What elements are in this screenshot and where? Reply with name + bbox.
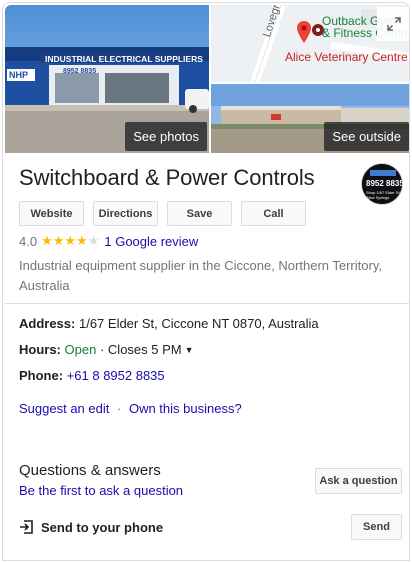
send-button[interactable]: Send — [351, 514, 402, 540]
suggest-edit-link[interactable]: Suggest an edit — [19, 401, 109, 416]
store-phone-text: 8952 8835 — [63, 68, 97, 75]
call-button[interactable]: Call — [241, 201, 306, 226]
store-brand-text: NHP — [9, 70, 29, 80]
star-empty-icon: ★ — [87, 233, 100, 248]
store-sign-text: INDUSTRIAL ELECTRICAL SUPPLIERS — [45, 54, 203, 64]
first-to-ask-link[interactable]: Be the first to ask a question — [19, 483, 183, 498]
star-rating: ★★★★★ — [41, 233, 99, 249]
rating-row: 4.0 ★★★★★ 1 Google review — [19, 233, 198, 249]
hours-open-status: Open — [64, 342, 97, 357]
qa-title: Questions & answers — [19, 462, 161, 479]
ask-question-button[interactable]: Ask a question — [315, 468, 402, 494]
see-photos-button[interactable]: See photos — [125, 122, 207, 151]
address-value[interactable]: 1/67 Elder St, Ciccone NT 0870, Australi… — [79, 316, 319, 331]
business-logo[interactable]: 8952 8835 Shop 1/67 Elder St Alice Sprin… — [361, 163, 403, 205]
star-icon: ★ — [76, 233, 88, 248]
own-business-link[interactable]: Own this business? — [129, 401, 242, 416]
address-row: Address: 1/67 Elder St, Ciccone NT 0870,… — [19, 316, 319, 331]
phone-label: Phone: — [19, 368, 64, 383]
save-button[interactable]: Save — [167, 201, 232, 226]
expand-icon — [387, 17, 401, 31]
map-thumbnail[interactable]: Lovegrove Dr Outback Gym & Fitness Centr… — [211, 5, 409, 82]
phone-link[interactable]: +61 8 8952 8835 — [67, 368, 165, 383]
business-name: Switchboard & Power Controls — [19, 165, 315, 190]
send-to-phone-row: Send to your phone — [19, 519, 163, 535]
send-to-phone-label: Send to your phone — [41, 519, 164, 535]
divider — [5, 303, 409, 304]
hours-label: Hours: — [19, 342, 61, 357]
send-to-phone-icon — [19, 519, 35, 535]
reviews-link[interactable]: 1 Google review — [104, 234, 198, 249]
map-pin-icon — [297, 21, 311, 43]
hours-close-time[interactable]: Closes 5 PM — [108, 342, 182, 357]
logo-address-text: Shop 1/67 Elder St Alice Springs — [366, 190, 400, 200]
expand-map-button[interactable] — [377, 7, 409, 41]
business-category: Industrial equipment supplier in the Cic… — [19, 258, 382, 293]
rating-value: 4.0 — [19, 233, 38, 249]
star-icon: ★ — [41, 233, 53, 248]
storefront-photo[interactable]: INDUSTRIAL ELECTRICAL SUPPLIERS 8952 883… — [5, 5, 209, 153]
website-button[interactable]: Website — [19, 201, 84, 226]
hours-separator: · — [99, 342, 105, 357]
logo-phone-text: 8952 8835 — [366, 179, 403, 188]
caret-down-icon[interactable]: ▼ — [185, 345, 194, 355]
action-bar: Website Directions Save Call — [19, 201, 306, 226]
link-separator: · — [116, 401, 122, 416]
outside-photo[interactable]: See outside — [211, 84, 409, 153]
map-vet-label: Alice Veterinary Centre — [285, 50, 408, 64]
edit-links: Suggest an edit · Own this business? — [19, 401, 242, 416]
address-label: Address: — [19, 316, 76, 331]
hours-row: Hours: Open · Closes 5 PM ▼ — [19, 342, 194, 357]
phone-row: Phone: +61 8 8952 8835 — [19, 368, 165, 383]
star-icon: ★ — [52, 233, 65, 248]
directions-button[interactable]: Directions — [93, 201, 158, 226]
see-outside-button[interactable]: See outside — [324, 122, 409, 151]
business-panel: INDUSTRIAL ELECTRICAL SUPPLIERS 8952 883… — [2, 2, 410, 561]
star-icon: ★ — [64, 233, 77, 248]
